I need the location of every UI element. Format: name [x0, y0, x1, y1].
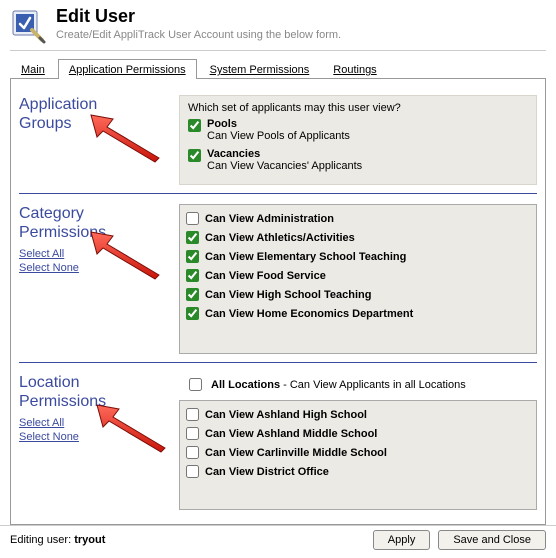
location-checkbox-label: Can View Ashland High School	[205, 409, 367, 421]
list-item: Can View District Office	[186, 462, 530, 481]
list-item: Can View Carlinville Middle School	[186, 443, 530, 462]
checkbox-row-vacancies: Vacancies Can View Vacancies' Applicants	[188, 148, 528, 172]
checkbox-vacancies-label: Vacancies	[207, 148, 260, 160]
save-and-close-button[interactable]: Save and Close	[438, 530, 546, 550]
tab-strip: Main Application Permissions System Perm…	[10, 59, 546, 79]
category-checkbox[interactable]	[186, 212, 199, 225]
permissions-panel: Application Groups Which set of applican…	[10, 79, 546, 525]
category-permissions-list[interactable]: Can View Administration Can View Athletic…	[179, 204, 537, 354]
list-item: Can View Athletics/Activities	[186, 228, 530, 247]
checkbox-row-pools: Pools Can View Pools of Applicants	[188, 118, 528, 142]
location-permissions-list[interactable]: Can View Ashland High School Can View Ash…	[179, 400, 537, 510]
category-checkbox-label: Can View Food Service	[205, 270, 326, 282]
section-title-location-permissions: Location Permissions	[19, 373, 169, 411]
category-checkbox[interactable]	[186, 307, 199, 320]
category-checkbox-label: Can View Administration	[205, 213, 334, 225]
checkbox-vacancies-sub: Can View Vacancies' Applicants	[207, 160, 362, 172]
link-category-select-none[interactable]: Select None	[19, 262, 169, 274]
location-checkbox[interactable]	[186, 427, 199, 440]
section-title-application-groups: Application Groups	[19, 95, 169, 133]
page-subtitle: Create/Edit AppliTrack User Account usin…	[56, 29, 341, 41]
list-item: Can View Food Service	[186, 266, 530, 285]
location-checkbox[interactable]	[186, 408, 199, 421]
link-location-select-all[interactable]: Select All	[19, 417, 169, 429]
category-checkbox-label: Can View Athletics/Activities	[205, 232, 355, 244]
link-category-select-all[interactable]: Select All	[19, 248, 169, 260]
category-checkbox[interactable]	[186, 288, 199, 301]
checkbox-pools-sub: Can View Pools of Applicants	[207, 130, 350, 142]
list-item: Can View Elementary School Teaching	[186, 247, 530, 266]
checkbox-all-locations[interactable]	[189, 378, 202, 391]
editing-user-label: Editing user: tryout	[10, 534, 105, 546]
tab-system-permissions[interactable]: System Permissions	[199, 59, 321, 79]
tab-routings[interactable]: Routings	[322, 59, 387, 79]
category-checkbox[interactable]	[186, 231, 199, 244]
category-checkbox-label: Can View High School Teaching	[205, 289, 371, 301]
apply-button[interactable]: Apply	[373, 530, 431, 550]
location-checkbox-label: Can View Ashland Middle School	[205, 428, 377, 440]
checkbox-vacancies[interactable]	[188, 149, 201, 162]
category-checkbox[interactable]	[186, 250, 199, 263]
location-checkbox[interactable]	[186, 446, 199, 459]
location-checkbox-label: Can View Carlinville Middle School	[205, 447, 387, 459]
checkbox-pools[interactable]	[188, 119, 201, 132]
list-item: Can View High School Teaching	[186, 285, 530, 304]
category-checkbox-label: Can View Home Economics Department	[205, 308, 413, 320]
tab-main[interactable]: Main	[10, 59, 56, 79]
tab-application-permissions[interactable]: Application Permissions	[58, 59, 197, 79]
footer-bar: Editing user: tryout Apply Save and Clos…	[0, 525, 556, 558]
app-groups-prompt: Which set of applicants may this user vi…	[188, 102, 528, 114]
list-item: Can View Ashland Middle School	[186, 424, 530, 443]
checkbox-pools-label: Pools	[207, 118, 237, 130]
section-title-category-permissions: Category Permissions	[19, 204, 169, 242]
edit-user-icon	[10, 8, 46, 44]
checkbox-all-locations-label: All Locations - Can View Applicants in a…	[211, 379, 466, 391]
header-divider	[10, 50, 546, 51]
list-item: Can View Ashland High School	[186, 405, 530, 424]
link-location-select-none[interactable]: Select None	[19, 431, 169, 443]
location-checkbox-label: Can View District Office	[205, 466, 329, 478]
list-item: Can View Home Economics Department	[186, 304, 530, 323]
category-checkbox-label: Can View Elementary School Teaching	[205, 251, 406, 263]
page-title: Edit User	[56, 6, 341, 27]
location-checkbox[interactable]	[186, 465, 199, 478]
category-checkbox[interactable]	[186, 269, 199, 282]
list-item: Can View Administration	[186, 209, 530, 228]
